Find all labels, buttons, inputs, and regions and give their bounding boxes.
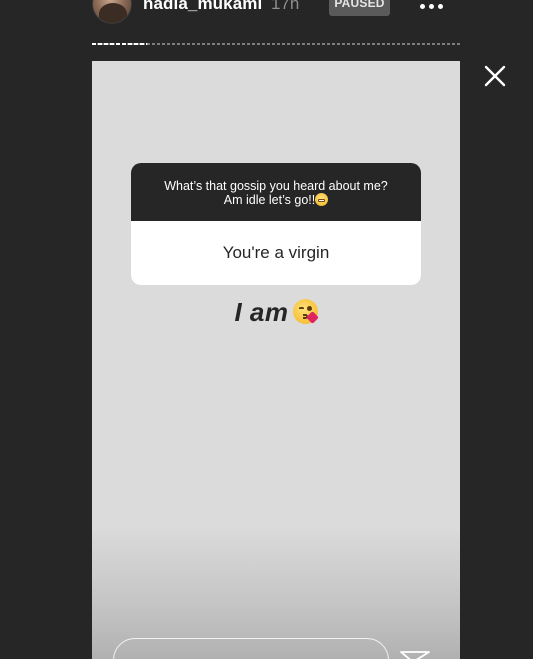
more-icon[interactable] bbox=[420, 2, 450, 10]
reply-input[interactable] bbox=[113, 638, 389, 659]
story-viewer: nadia_mukami 17h PAUSED What’s that goss… bbox=[0, 0, 533, 659]
close-icon[interactable] bbox=[481, 62, 509, 90]
question-line-2-wrap: Am idle let’s go!! bbox=[131, 193, 421, 207]
send-icon[interactable] bbox=[399, 648, 431, 659]
username[interactable]: nadia_mukami bbox=[143, 0, 262, 14]
question-line-2: Am idle let’s go!! bbox=[223, 193, 316, 207]
story-card[interactable]: What’s that gossip you heard about me? A… bbox=[92, 61, 460, 659]
paused-badge: PAUSED bbox=[329, 0, 390, 16]
question-answer: You're a virgin bbox=[222, 243, 330, 262]
story-reply-text: I am bbox=[92, 297, 460, 328]
reply-text: I am bbox=[234, 297, 289, 327]
story-progress-bar bbox=[92, 43, 460, 45]
timestamp: 17h bbox=[271, 0, 300, 13]
avatar[interactable] bbox=[92, 0, 132, 24]
question-line-1: What’s that gossip you heard about me? bbox=[164, 179, 388, 193]
grinning-face-emoji-icon bbox=[315, 193, 329, 206]
question-sticker: What’s that gossip you heard about me? A… bbox=[131, 163, 421, 285]
face-blowing-kiss-emoji-icon bbox=[292, 299, 319, 324]
question-prompt: What’s that gossip you heard about me? A… bbox=[131, 163, 421, 221]
